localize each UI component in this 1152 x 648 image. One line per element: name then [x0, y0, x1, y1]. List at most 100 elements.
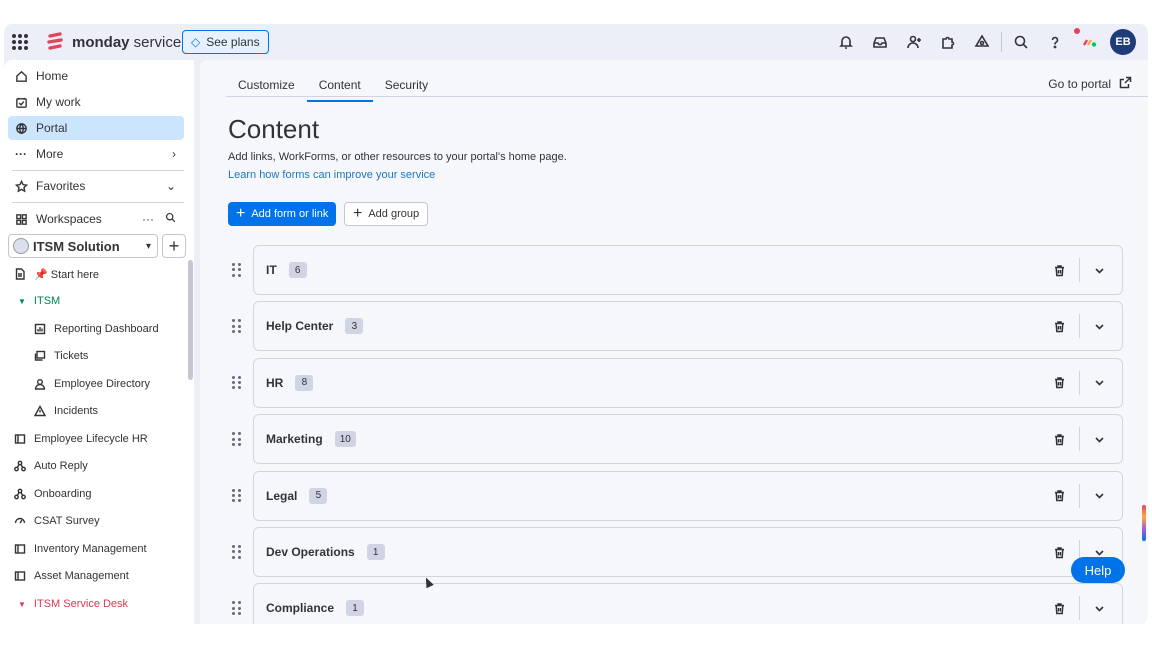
drag-handle-icon[interactable]: [232, 375, 242, 390]
tree-item-auto-reply[interactable]: Auto Reply: [14, 454, 88, 478]
tree-item-inventory-management[interactable]: Inventory Management: [14, 537, 147, 561]
inbox-icon[interactable]: [863, 24, 897, 60]
divider: [1079, 258, 1080, 282]
brand-name: monday service: [72, 34, 182, 51]
divider: [12, 170, 184, 171]
drag-handle-icon[interactable]: [232, 432, 242, 446]
home-icon: [14, 69, 28, 83]
trash-icon[interactable]: [1050, 430, 1068, 448]
notification-dot: [1074, 28, 1080, 34]
divider: [1001, 32, 1002, 52]
scroll-indicator: [1142, 505, 1146, 541]
globe-icon: [14, 121, 28, 135]
chevron-down-icon[interactable]: [1090, 487, 1108, 505]
drag-handle-icon[interactable]: [232, 319, 242, 334]
tree-item-employee-lifecycle-hr[interactable]: Employee Lifecycle HR: [14, 427, 148, 451]
invite-icon[interactable]: [897, 24, 931, 60]
apps-icon[interactable]: [931, 24, 965, 60]
tree-item-incidents[interactable]: Incidents: [34, 399, 98, 423]
divider: [1079, 314, 1080, 339]
tree-item-start-here[interactable]: 📌 Start here: [14, 262, 99, 286]
learn-forms-link[interactable]: Learn how forms can improve your service: [228, 169, 435, 181]
page-title: Content: [228, 114, 320, 144]
tree-item-asset-management[interactable]: Asset Management: [14, 564, 129, 588]
diamond-icon: ◇: [191, 35, 201, 49]
content-group-row[interactable]: Marketing 10: [232, 414, 1123, 465]
app-switcher-icon[interactable]: [12, 34, 28, 50]
drag-handle-icon[interactable]: [232, 601, 242, 616]
avatar[interactable]: EB: [1110, 29, 1136, 55]
tree-folder-itsm-service-desk[interactable]: ▼ ITSM Service Desk: [18, 592, 128, 616]
main-content: Customize Content Security Go to portal …: [200, 60, 1148, 624]
sidebar-item-portal[interactable]: Portal: [8, 116, 184, 140]
bell-icon[interactable]: [829, 24, 863, 60]
drag-handle-icon[interactable]: [232, 263, 242, 277]
tree-item-employee-directory[interactable]: Employee Directory: [34, 372, 150, 396]
survey-icon: [14, 515, 26, 527]
tree-item-reporting-dashboard[interactable]: Reporting Dashboard: [34, 317, 159, 341]
sidebar-item-home[interactable]: Home: [8, 64, 184, 88]
board-icon: [14, 543, 26, 555]
sidebar-item-more[interactable]: ··· More ›: [8, 142, 184, 166]
tree-item-tickets[interactable]: Tickets: [34, 344, 88, 368]
divider: [1079, 427, 1080, 452]
content-group-row[interactable]: Help Center 3: [232, 301, 1123, 352]
trash-icon[interactable]: [1050, 487, 1068, 505]
tree-folder-itsm[interactable]: ▼ ITSM: [18, 289, 60, 313]
group-item-count: 10: [334, 431, 356, 448]
tab-content[interactable]: Content: [306, 74, 373, 102]
see-plans-button[interactable]: ◇ See plans: [182, 30, 269, 54]
divider: [12, 202, 184, 203]
sidebar-item-workspaces[interactable]: Workspaces ···: [8, 207, 184, 231]
monday-logo-icon[interactable]: [46, 32, 64, 52]
group-name: HR: [266, 375, 284, 390]
add-group-button[interactable]: + Add group: [344, 202, 429, 226]
sidebar-item-favorites[interactable]: Favorites ⌄: [8, 174, 184, 198]
tab-bar: Customize Content Security: [226, 74, 440, 102]
group-item-count: 1: [366, 544, 385, 560]
group-item-count: 1: [346, 600, 365, 617]
sidebar-item-my-work[interactable]: My work: [8, 90, 184, 114]
group-name: Marketing: [266, 432, 323, 447]
chevron-down-icon[interactable]: [1090, 317, 1108, 335]
sidebar-scrollbar[interactable]: [188, 260, 193, 380]
more-options-icon[interactable]: ···: [142, 212, 154, 226]
content-group-row[interactable]: HR 8: [232, 357, 1123, 408]
add-workspace-item-button[interactable]: +: [162, 234, 186, 258]
content-group-row[interactable]: Dev Operations 1: [232, 527, 1123, 577]
go-to-portal-link[interactable]: Go to portal: [1048, 76, 1132, 92]
group-item-count: 5: [309, 487, 328, 504]
drag-handle-icon[interactable]: [232, 545, 242, 559]
trash-icon[interactable]: [1050, 317, 1068, 335]
warning-icon: [34, 405, 46, 417]
tree-item-csat-survey[interactable]: CSAT Survey: [14, 509, 100, 533]
integrations-icon[interactable]: [965, 24, 999, 60]
board-icon: [14, 433, 26, 445]
trash-icon[interactable]: [1050, 543, 1068, 561]
people-icon: [34, 378, 46, 390]
board-icon: [14, 570, 26, 582]
content-group-row[interactable]: IT 6: [232, 245, 1123, 295]
content-group-row[interactable]: Compliance 1: [232, 583, 1123, 624]
content-group-row[interactable]: Legal 5: [232, 470, 1123, 521]
dots-icon: ···: [15, 147, 27, 161]
chevron-down-icon[interactable]: [1090, 599, 1108, 617]
drag-handle-icon[interactable]: [232, 488, 242, 503]
chevron-down-icon[interactable]: [1090, 430, 1108, 448]
search-icon[interactable]: [1004, 24, 1038, 60]
page-description: Add links, WorkForms, or other resources…: [228, 151, 567, 163]
add-form-or-link-button[interactable]: + Add form or link: [228, 202, 337, 226]
help-button[interactable]: Help: [1071, 557, 1125, 583]
caret-down-icon: ▼: [18, 296, 26, 306]
tree-item-onboarding[interactable]: Onboarding: [14, 482, 92, 506]
help-icon[interactable]: [1038, 24, 1072, 60]
chevron-down-icon[interactable]: [1090, 374, 1108, 392]
workspace-select[interactable]: ITSM Solution ▾: [8, 234, 158, 258]
tab-customize[interactable]: Customize: [226, 74, 307, 102]
trash-icon[interactable]: [1050, 599, 1068, 617]
tab-security[interactable]: Security: [373, 74, 440, 102]
trash-icon[interactable]: [1050, 374, 1068, 392]
search-icon[interactable]: [165, 212, 176, 226]
chevron-down-icon[interactable]: [1090, 261, 1108, 279]
trash-icon[interactable]: [1050, 261, 1068, 279]
